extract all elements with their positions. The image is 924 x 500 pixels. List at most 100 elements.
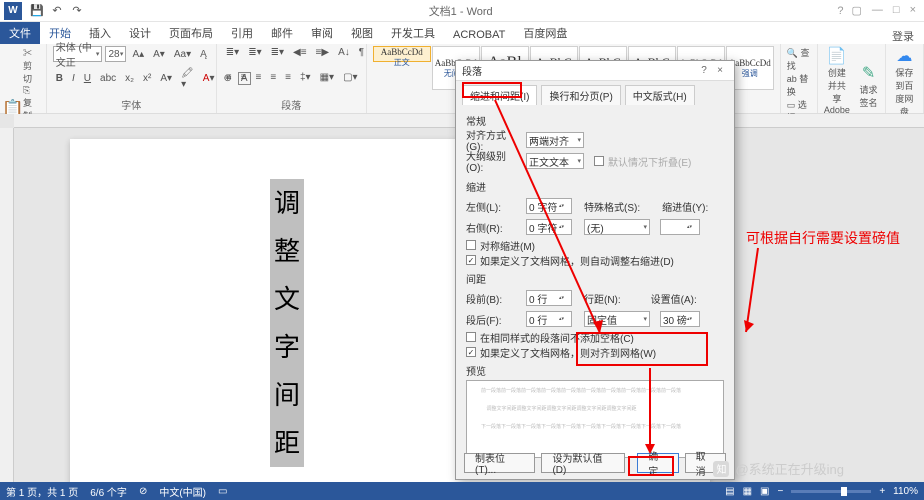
numbering-icon[interactable]: ≣▾ [245, 46, 264, 59]
tab-baidu[interactable]: 百度网盘 [514, 22, 576, 44]
save-icon[interactable]: 💾 [30, 4, 44, 18]
status-page[interactable]: 第 1 页，共 1 页 [6, 484, 78, 499]
indval-input[interactable]: ▴▾ [660, 219, 700, 235]
show-marks-icon[interactable]: ¶ [356, 46, 367, 59]
default-button[interactable]: 设为默认值(D) [541, 453, 625, 473]
dialog-body: 常规 对齐方式(G): 两端对齐▾ 大纲级别(O): 正文文本▾ 默认情况下折叠… [456, 105, 734, 464]
linespace-label: 行距(N): [584, 291, 621, 306]
align-right-icon[interactable]: ≡ [252, 71, 264, 84]
find-button[interactable]: 🔍 查找 [787, 46, 811, 72]
inc-indent-icon[interactable]: ≡▶ [313, 46, 333, 59]
tab-design[interactable]: 设计 [120, 22, 160, 44]
linespace-select[interactable]: 固定值▾ [584, 311, 650, 327]
after-input[interactable]: 0 行▴▾ [526, 311, 572, 327]
tab-mailings[interactable]: 邮件 [262, 22, 302, 44]
zoom-slider[interactable] [791, 490, 871, 493]
tab-review[interactable]: 审阅 [302, 22, 342, 44]
clear-format-icon[interactable]: Ą [197, 48, 210, 61]
strike-icon[interactable]: abc [97, 72, 119, 85]
align-left-icon[interactable]: ≡ [223, 71, 235, 84]
italic-icon[interactable]: I [69, 72, 78, 85]
setval-input[interactable]: 30 磅▴▾ [660, 311, 700, 327]
bullets-icon[interactable]: ≣▾ [223, 46, 242, 59]
baidu-save-button[interactable]: ☁ 保存到百度网盘 [892, 46, 917, 118]
redo-icon[interactable]: ↷ [70, 4, 84, 18]
view-read-icon[interactable]: ▦ [743, 486, 752, 497]
close-icon[interactable]: × [910, 4, 916, 17]
dialog-tabs: 缩进和间距(I) 换行和分页(P) 中文版式(H) [456, 81, 734, 105]
mirror-label: 对称缩进(M) [480, 238, 535, 253]
dialog-close-icon[interactable]: × [712, 65, 728, 76]
tab-layout[interactable]: 页面布局 [160, 22, 222, 44]
shading-icon[interactable]: ▦▾ [317, 71, 337, 84]
before-input[interactable]: 0 行▴▾ [526, 290, 572, 306]
grow-font-icon[interactable]: A▴ [129, 48, 147, 61]
underline-icon[interactable]: U [81, 72, 94, 85]
font-size-select[interactable]: 28▾ [105, 46, 126, 62]
highlight-icon[interactable]: 🖍▾ [178, 67, 197, 91]
shrink-font-icon[interactable]: A▾ [150, 48, 168, 61]
font-name-select[interactable]: 宋体 (中文正▾ [53, 46, 103, 62]
style-item[interactable]: AaBbCcDd正文 [373, 46, 431, 62]
autogrid1-checkbox[interactable]: ✓ [466, 255, 476, 265]
text-effect-icon[interactable]: A▾ [157, 72, 175, 85]
cut-button[interactable]: ✂ 剪切 [23, 46, 40, 85]
minimize-icon[interactable]: — [872, 4, 883, 17]
align-center-icon[interactable]: ≡ [238, 71, 250, 84]
zoom-in-icon[interactable]: + [879, 486, 885, 497]
subscript-icon[interactable]: x₂ [122, 72, 137, 85]
help-icon[interactable]: ? [837, 5, 843, 17]
dec-indent-icon[interactable]: ◀≡ [290, 46, 310, 59]
maximize-icon[interactable]: □ [893, 4, 900, 17]
tab-acrobat[interactable]: ACROBAT [444, 26, 514, 44]
undo-icon[interactable]: ↶ [50, 4, 64, 18]
zhihu-icon: 知 [713, 461, 729, 477]
document-text[interactable]: 调整文字间距 [270, 179, 304, 467]
right-indent-input[interactable]: 0 字符▴▾ [526, 219, 572, 235]
ruler-vertical[interactable] [0, 128, 14, 482]
change-case-icon[interactable]: Aa▾ [171, 48, 194, 61]
multilevel-icon[interactable]: ≣▾ [268, 46, 287, 59]
align-select[interactable]: 两端对齐▾ [526, 132, 584, 148]
status-proof-icon[interactable]: ⊘ [139, 486, 147, 497]
sign-icon: ✎ [858, 63, 879, 83]
nospace-checkbox[interactable] [466, 332, 476, 342]
font-color-icon[interactable]: A▾ [200, 72, 218, 85]
view-print-icon[interactable]: ▤ [725, 486, 734, 497]
left-indent-input[interactable]: 0 字符▴▾ [526, 198, 572, 214]
ribbon-opts-icon[interactable]: ▢ [852, 4, 862, 17]
dialog-tab-chinese[interactable]: 中文版式(H) [625, 85, 695, 105]
status-lang[interactable]: 中文(中国) [159, 484, 206, 499]
preview-box: 前一段落前一段落前一段落前一段落前一段落前一段落前一段落前一段落前一段落前一段落… [466, 380, 724, 458]
status-words[interactable]: 6/6 个字 [90, 484, 127, 499]
zoom-value[interactable]: 110% [893, 486, 918, 497]
replace-button[interactable]: ab 替换 [787, 72, 811, 98]
sort-icon[interactable]: A↓ [335, 46, 353, 59]
line-spacing-icon[interactable]: ‡▾ [297, 71, 314, 84]
acrobat-sign-button[interactable]: ✎ 请求签名 [858, 63, 879, 109]
tab-developer[interactable]: 开发工具 [382, 22, 444, 44]
distribute-icon[interactable]: ≡ [282, 71, 294, 84]
borders-icon[interactable]: ▢▾ [340, 71, 360, 84]
tabstop-button[interactable]: 制表位(T)... [464, 453, 535, 473]
autogrid2-checkbox[interactable]: ✓ [466, 347, 476, 357]
tab-references[interactable]: 引用 [222, 22, 262, 44]
login-link[interactable]: 登录 [892, 28, 924, 44]
tab-file[interactable]: 文件 [0, 22, 40, 44]
mirror-checkbox[interactable] [466, 240, 476, 250]
autogrid2-label: 如果定义了文档网格，则对齐到网格(W) [480, 345, 656, 360]
outline-select[interactable]: 正文文本▾ [526, 153, 584, 169]
right-indent-label: 右侧(R): [466, 220, 522, 235]
zoom-out-icon[interactable]: − [777, 486, 783, 497]
bold-icon[interactable]: B [53, 72, 66, 85]
superscript-icon[interactable]: x² [140, 72, 154, 85]
dialog-tab-indent[interactable]: 缩进和间距(I) [462, 85, 537, 105]
view-web-icon[interactable]: ▣ [760, 486, 769, 497]
align-justify-icon[interactable]: ≡ [267, 71, 279, 84]
dialog-help-icon[interactable]: ? [696, 65, 712, 76]
tab-view[interactable]: 视图 [342, 22, 382, 44]
ok-button[interactable]: 确定 [637, 453, 678, 473]
status-insert-icon[interactable]: ▭ [218, 486, 227, 497]
dialog-tab-linebreak[interactable]: 换行和分页(P) [541, 85, 620, 105]
special-select[interactable]: (无)▾ [584, 219, 650, 235]
